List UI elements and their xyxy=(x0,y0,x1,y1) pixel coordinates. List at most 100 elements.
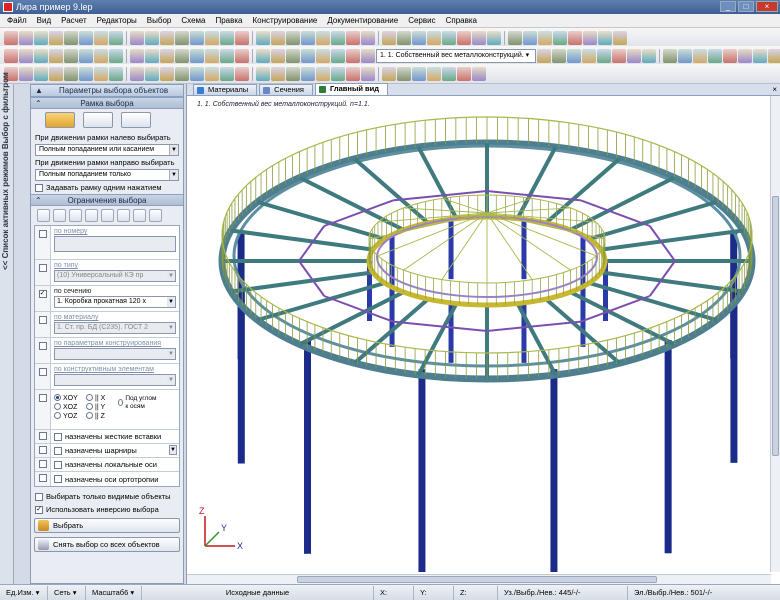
tb1-tool-icon[interactable] xyxy=(331,30,345,45)
axis-xoz-radio[interactable]: XOZ xyxy=(54,403,86,411)
tb2-tool-icon[interactable] xyxy=(220,48,234,63)
tb1-tool-icon[interactable] xyxy=(472,30,486,45)
hinges-checkbox[interactable] xyxy=(54,446,62,455)
tb3-tool-icon[interactable] xyxy=(175,66,189,81)
tb1-tool-icon[interactable] xyxy=(94,30,108,45)
tb2-tool-icon[interactable] xyxy=(4,48,18,63)
menu-item-5[interactable]: Схема xyxy=(176,14,210,28)
tb2-tool-icon[interactable] xyxy=(693,48,707,63)
single-click-checkbox[interactable] xyxy=(35,183,43,192)
collapse-icon[interactable]: ▲ xyxy=(35,85,43,97)
tb3-tool-icon[interactable] xyxy=(205,66,219,81)
menu-item-7[interactable]: Конструирование xyxy=(248,14,323,28)
tb1-tool-icon[interactable] xyxy=(190,30,204,45)
tb3-tool-icon[interactable] xyxy=(64,66,78,81)
tb2-tool-icon[interactable] xyxy=(627,48,641,63)
tb2-tool-icon[interactable] xyxy=(567,48,581,63)
tb1-tool-icon[interactable] xyxy=(397,30,411,45)
menu-item-10[interactable]: Справка xyxy=(441,14,482,28)
menu-item-9[interactable]: Сервис xyxy=(403,14,440,28)
menu-item-0[interactable]: Файл xyxy=(2,14,32,28)
only-visible-checkbox[interactable] xyxy=(35,492,43,501)
horizontal-scrollbar[interactable] xyxy=(187,574,771,584)
units-button[interactable]: Ед.Изм. ▾ xyxy=(0,585,48,600)
tb3-tool-icon[interactable] xyxy=(94,66,108,81)
tb3-tool-icon[interactable] xyxy=(256,66,270,81)
tb1-tool-icon[interactable] xyxy=(346,30,360,45)
tb3-tool-icon[interactable] xyxy=(442,66,456,81)
tb3-tool-icon[interactable] xyxy=(49,66,63,81)
tb1-tool-icon[interactable] xyxy=(523,30,537,45)
tb3-tool-icon[interactable] xyxy=(79,66,93,81)
clear-selection-button[interactable]: Снять выбор со всех объектов xyxy=(34,537,180,552)
right-mode-select[interactable]: Полным попаданием только ▼ xyxy=(35,169,179,181)
tb1-tool-icon[interactable] xyxy=(34,30,48,45)
tb3-tool-icon[interactable] xyxy=(271,66,285,81)
tb3-tool-icon[interactable] xyxy=(109,66,123,81)
by-axes-checkbox[interactable] xyxy=(38,394,47,402)
ortho-axes-outer-checkbox[interactable] xyxy=(38,474,47,482)
collapse-icon[interactable]: ⌃ xyxy=(35,98,42,110)
horizontal-scroll-thumb[interactable] xyxy=(297,576,657,583)
menu-item-3[interactable]: Редакторы xyxy=(92,14,142,28)
tb2-tool-icon[interactable] xyxy=(612,48,626,63)
left-mode-select[interactable]: Полным попаданием или касанием ▼ xyxy=(35,144,179,156)
only-visible-option[interactable]: Выбирать только видимые объекты xyxy=(31,490,183,503)
tb2-tool-icon[interactable] xyxy=(205,48,219,63)
tb3-tool-icon[interactable] xyxy=(382,66,396,81)
tb2-tool-icon[interactable] xyxy=(49,48,63,63)
axis-x-radio[interactable]: || X xyxy=(86,394,118,402)
tb3-tool-icon[interactable] xyxy=(427,66,441,81)
tb3-tool-icon[interactable] xyxy=(190,66,204,81)
close-button[interactable]: × xyxy=(756,1,778,12)
by-design-checkbox[interactable] xyxy=(38,342,47,350)
tb1-tool-icon[interactable] xyxy=(205,30,219,45)
tb1-tool-icon[interactable] xyxy=(316,30,330,45)
single-click-option[interactable]: Задавать рамку одним нажатием xyxy=(31,181,183,194)
tb2-tool-icon[interactable] xyxy=(175,48,189,63)
tb3-tool-icon[interactable] xyxy=(361,66,375,81)
structural-select[interactable]: ▼ xyxy=(54,374,176,386)
tb3-tool-icon[interactable] xyxy=(457,66,471,81)
tb2-tool-icon[interactable] xyxy=(678,48,692,63)
vertical-scrollbar[interactable] xyxy=(770,96,780,572)
tb2-tool-icon[interactable] xyxy=(597,48,611,63)
close-view-icon[interactable]: × xyxy=(772,85,777,94)
tb2-tool-icon[interactable] xyxy=(642,48,656,63)
tb3-tool-icon[interactable] xyxy=(145,66,159,81)
axis-xoy-radio[interactable]: XOY xyxy=(54,394,86,402)
tb2-tool-icon[interactable] xyxy=(582,48,596,63)
axis-yoz-radio[interactable]: YOZ xyxy=(54,412,86,420)
tb2-tool-icon[interactable] xyxy=(723,48,737,63)
maximize-button[interactable]: □ xyxy=(738,1,754,12)
tb2-tool-icon[interactable] xyxy=(160,48,174,63)
tb3-tool-icon[interactable] xyxy=(331,66,345,81)
tb1-tool-icon[interactable] xyxy=(538,30,552,45)
tb1-tool-icon[interactable] xyxy=(412,30,426,45)
tb1-tool-icon[interactable] xyxy=(442,30,456,45)
number-input[interactable] xyxy=(54,236,176,252)
load-case-select[interactable]: 1. 1. Собственный вес металлоконструкций… xyxy=(376,48,536,63)
tb2-tool-icon[interactable] xyxy=(94,48,108,63)
section-select[interactable]: 1. Коробка прокатная 120 х ▼ xyxy=(54,296,176,308)
scale-button[interactable]: Масштаб6 ▾ xyxy=(86,585,142,600)
tab-main-view[interactable]: Главный вид xyxy=(314,83,389,95)
frame-mode-icon-2[interactable] xyxy=(83,112,113,128)
type-select[interactable]: (10) Универсальный КЭ пр ▼ xyxy=(54,270,176,282)
tb2-tool-icon[interactable] xyxy=(34,48,48,63)
tb2-tool-icon[interactable] xyxy=(537,48,551,63)
tb2-tool-icon[interactable] xyxy=(738,48,752,63)
limits-section-header[interactable]: ⌃ Ограничения выбора xyxy=(31,194,183,206)
menu-item-1[interactable]: Вид xyxy=(32,14,56,28)
tb3-tool-icon[interactable] xyxy=(397,66,411,81)
tb1-tool-icon[interactable] xyxy=(271,30,285,45)
tb1-tool-icon[interactable] xyxy=(553,30,567,45)
vertical-scroll-thumb[interactable] xyxy=(772,196,779,456)
tb3-tool-icon[interactable] xyxy=(235,66,249,81)
tb1-tool-icon[interactable] xyxy=(160,30,174,45)
tb1-tool-icon[interactable] xyxy=(175,30,189,45)
tb3-tool-icon[interactable] xyxy=(316,66,330,81)
filter-element-icon[interactable] xyxy=(53,209,66,222)
filter-plate-icon[interactable] xyxy=(85,209,98,222)
tb2-tool-icon[interactable] xyxy=(552,48,566,63)
